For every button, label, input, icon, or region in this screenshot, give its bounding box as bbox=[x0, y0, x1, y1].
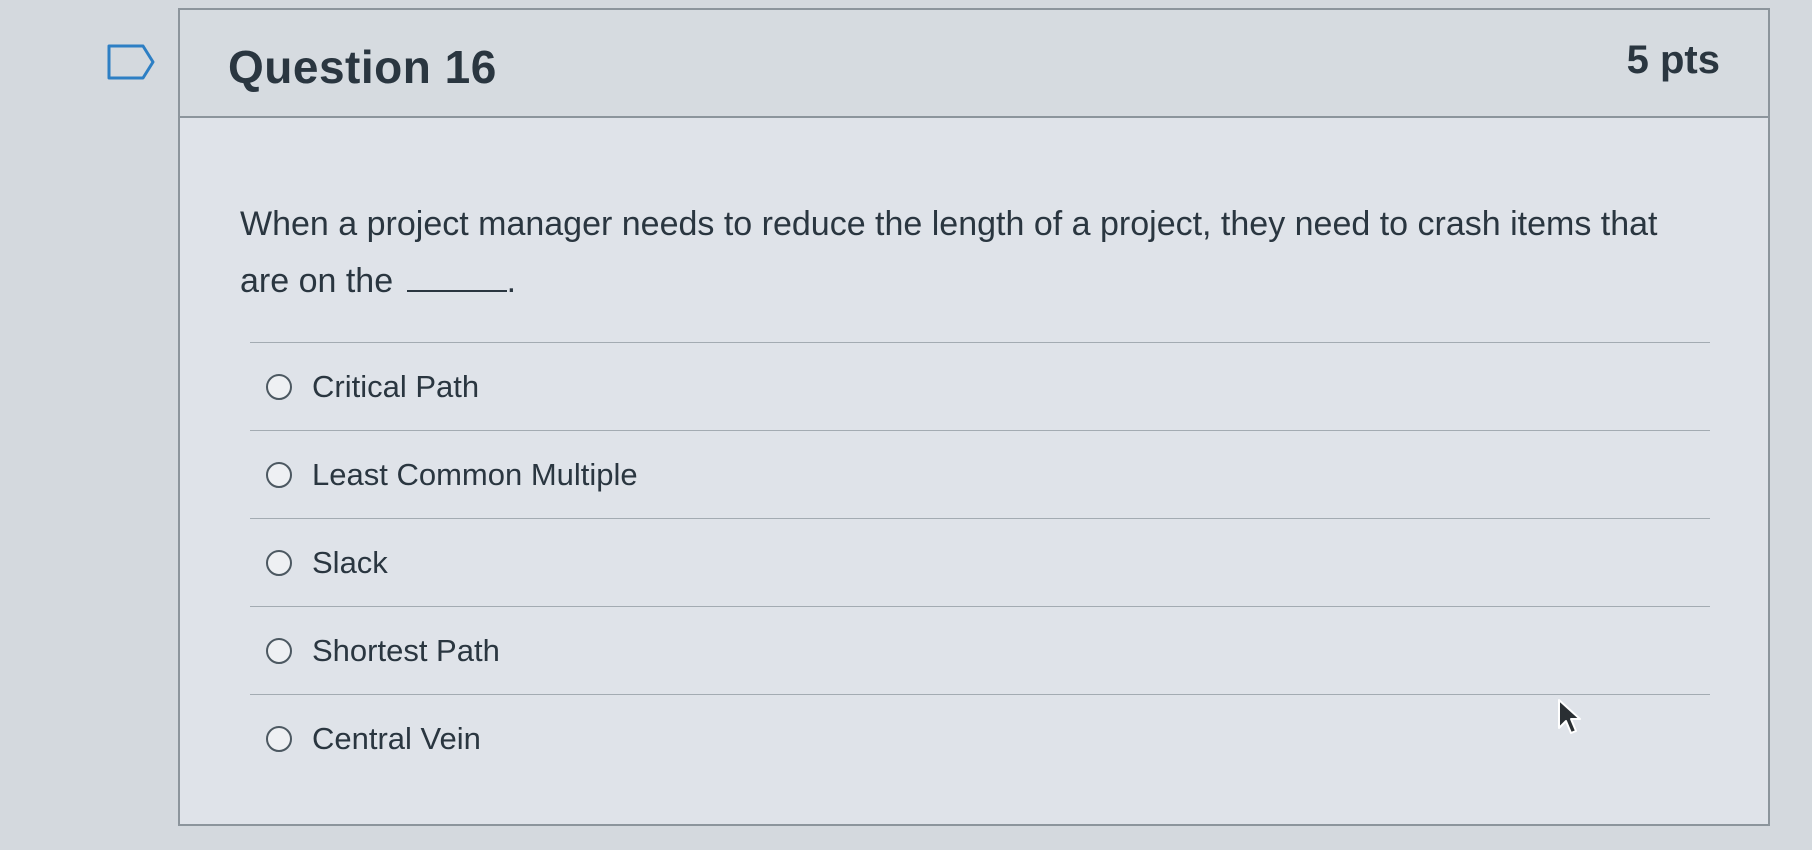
answer-label[interactable]: Slack bbox=[312, 545, 388, 581]
radio-unselected-icon[interactable] bbox=[266, 373, 292, 400]
radio-unselected-icon[interactable] bbox=[266, 549, 292, 576]
question-period: . bbox=[506, 262, 517, 300]
answer-option[interactable]: Shortest Path bbox=[250, 606, 1710, 694]
answer-label[interactable]: Least Common Multiple bbox=[312, 457, 638, 493]
question-body: When a project manager needs to reduce t… bbox=[180, 118, 1768, 824]
answer-label[interactable]: Shortest Path bbox=[312, 633, 500, 669]
question-title: Question 16 bbox=[228, 41, 497, 93]
radio-unselected-icon[interactable] bbox=[266, 637, 292, 664]
question-header: Question 16 5 pts bbox=[180, 10, 1768, 118]
radio-unselected-icon[interactable] bbox=[266, 461, 292, 488]
answer-label[interactable]: Critical Path bbox=[312, 369, 479, 405]
mouse-pointer-icon bbox=[1557, 698, 1583, 736]
question-text: When a project manager needs to reduce t… bbox=[240, 196, 1710, 310]
answer-list: Critical Path Least Common Multiple Slac… bbox=[250, 342, 1710, 782]
flag-bookmark-icon[interactable] bbox=[107, 44, 155, 80]
answer-option[interactable]: Least Common Multiple bbox=[250, 430, 1710, 518]
answer-option[interactable]: Critical Path bbox=[250, 342, 1710, 430]
answer-option[interactable]: Slack bbox=[250, 518, 1710, 606]
answer-option[interactable]: Central Vein bbox=[250, 694, 1710, 782]
answer-label[interactable]: Central Vein bbox=[312, 721, 481, 757]
question-points: 5 pts bbox=[1626, 38, 1720, 82]
question-card: Question 16 5 pts When a project manager… bbox=[178, 8, 1770, 826]
fill-in-blank bbox=[406, 264, 507, 292]
radio-unselected-icon[interactable] bbox=[266, 725, 292, 752]
